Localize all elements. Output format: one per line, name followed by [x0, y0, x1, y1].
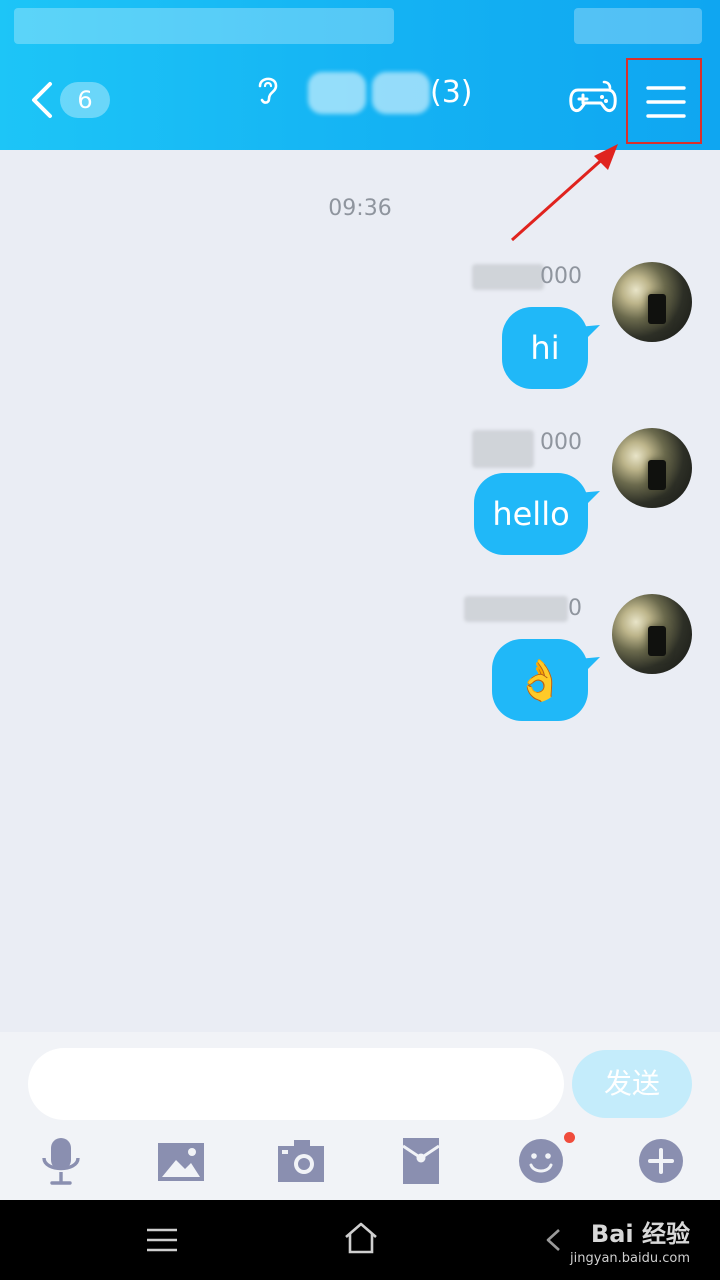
menu-icon [646, 86, 686, 118]
back-icon[interactable] [28, 80, 58, 120]
image-icon[interactable] [156, 1136, 206, 1186]
member-count: (3) [430, 74, 473, 110]
emoji-icon[interactable] [516, 1136, 566, 1186]
unread-count-badge[interactable]: 6 [60, 82, 110, 118]
avatar[interactable] [612, 262, 692, 342]
send-button[interactable]: 发送 [572, 1050, 692, 1118]
chat-header: 6 (3) [0, 0, 720, 150]
avatar[interactable] [612, 428, 692, 508]
camera-icon[interactable] [276, 1136, 326, 1186]
avatar[interactable] [612, 594, 692, 674]
message-input[interactable] [28, 1048, 564, 1120]
game-controller-icon[interactable] [568, 78, 618, 118]
menu-key-icon[interactable] [146, 1228, 178, 1252]
message-bubble[interactable]: hello [474, 473, 588, 555]
baidu-jingyan-watermark: Bai 经验 jingyan.baidu.com [570, 1220, 690, 1266]
bubble-tail [578, 491, 600, 509]
chat-title: (3) [290, 70, 473, 114]
red-packet-icon[interactable] [396, 1136, 446, 1186]
microphone-icon[interactable] [36, 1136, 86, 1186]
sender-name: 000 [472, 262, 582, 292]
message-timestamp: 09:36 [328, 196, 392, 221]
system-nav-bar: Bai 经验 jingyan.baidu.com [0, 1200, 720, 1280]
message-bubble[interactable]: hi [502, 307, 588, 389]
plus-icon[interactable] [636, 1136, 686, 1186]
notification-dot [564, 1132, 575, 1143]
group-menu-button[interactable] [626, 58, 702, 144]
earpiece-mode-icon[interactable] [252, 72, 282, 106]
back-key-icon[interactable] [545, 1228, 571, 1254]
home-key-icon[interactable] [344, 1222, 378, 1254]
bubble-tail [578, 657, 600, 675]
annotation-arrow [511, 144, 618, 242]
sender-name: 000 [472, 428, 582, 468]
redacted-group-name [290, 72, 430, 114]
bubble-tail [578, 325, 600, 343]
status-bar [14, 8, 704, 44]
sender-name: 0 [464, 594, 582, 624]
composer: 发送 [0, 1032, 720, 1200]
emoji-message-bubble[interactable]: 👌 [492, 639, 588, 721]
